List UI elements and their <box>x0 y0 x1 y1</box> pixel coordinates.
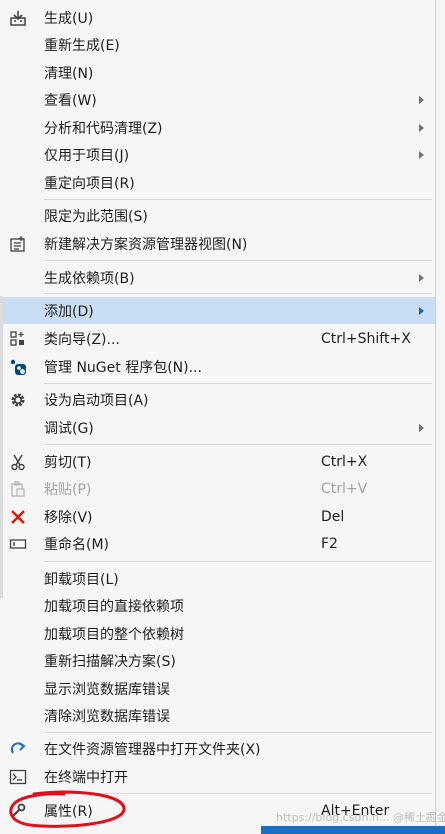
menu-item-cut[interactable]: 剪切(T) Ctrl+X <box>0 448 435 475</box>
menu-item-label: 粘贴(P) <box>44 481 92 498</box>
scissors-icon <box>8 452 28 472</box>
menu-item-label: 加载项目的整个依赖树 <box>44 626 184 643</box>
menu-item-shortcut: Alt+Enter <box>321 802 390 819</box>
menu-item-new-view[interactable]: 新建解决方案资源管理器视图(N) <box>0 230 435 257</box>
menu-item-shortcut: F2 <box>321 535 338 552</box>
menu-item-retarget[interactable]: 重定向项目(R) <box>0 169 435 196</box>
menu-item-label: 加载项目的直接依赖项 <box>44 598 184 615</box>
menu-item-build-deps[interactable]: 生成依赖项(B) <box>0 264 435 291</box>
status-bar <box>261 826 445 834</box>
menu-item-label: 清理(N) <box>44 65 94 82</box>
chevron-right-icon <box>419 423 424 432</box>
menu-item-label: 查看(W) <box>44 92 97 109</box>
menu-item-label: 添加(D) <box>44 303 94 320</box>
menu-item-load-direct-deps[interactable]: 加载项目的直接依赖项 <box>0 592 435 619</box>
menu-item-clear-db-errors[interactable]: 清除浏览数据库错误 <box>0 702 435 729</box>
chevron-right-icon <box>419 95 424 104</box>
gear-icon <box>8 390 28 410</box>
menu-item-nuget[interactable]: 管理 NuGet 程序包(N)... <box>0 353 435 380</box>
terminal-icon <box>8 767 28 787</box>
menu-item-label: 调试(G) <box>44 420 94 437</box>
menu-item-label: 限定为此范围(S) <box>44 208 148 225</box>
menu-item-project-only[interactable]: 仅用于项目(J) <box>0 141 435 168</box>
menu-separator <box>44 732 432 733</box>
chevron-right-icon <box>419 306 424 315</box>
menu-item-label: 分析和代码清理(Z) <box>44 120 163 137</box>
menu-item-analyze[interactable]: 分析和代码清理(Z) <box>0 114 435 141</box>
menu-item-open-terminal[interactable]: 在终端中打开 <box>0 763 435 790</box>
menu-item-label: 显示浏览数据库错误 <box>44 681 170 698</box>
chevron-right-icon <box>419 150 424 159</box>
menu-item-remove[interactable]: 移除(V) Del <box>0 503 435 530</box>
menu-item-debug[interactable]: 调试(G) <box>0 414 435 441</box>
wrench-icon <box>8 801 28 821</box>
chevron-right-icon <box>419 273 424 282</box>
menu-item-rename[interactable]: 重命名(M) F2 <box>0 530 435 557</box>
menu-item-label: 类向导(Z)... <box>44 331 120 348</box>
menu-item-paste: 粘贴(P) Ctrl+V <box>0 475 435 502</box>
context-menu: 生成(U) 重新生成(E) 清理(N) 查看(W) 分析和代码清理(Z) 仅用于… <box>0 0 436 834</box>
menu-item-label: 新建解决方案资源管理器视图(N) <box>44 236 248 253</box>
new-view-icon <box>8 234 28 254</box>
menu-item-properties[interactable]: 属性(R) Alt+Enter <box>0 797 435 824</box>
menu-separator <box>44 561 432 562</box>
menu-item-rescan[interactable]: 重新扫描解决方案(S) <box>0 647 435 674</box>
menu-item-view[interactable]: 查看(W) <box>0 86 435 113</box>
menu-item-shortcut: Ctrl+X <box>321 453 368 470</box>
remove-icon <box>8 507 28 527</box>
menu-item-label: 重命名(M) <box>44 536 110 553</box>
menu-separator <box>44 444 432 445</box>
menu-item-shortcut: Del <box>321 508 345 525</box>
menu-item-label: 属性(R) <box>44 803 93 820</box>
menu-item-label: 剪切(T) <box>44 454 92 471</box>
menu-item-label: 重新生成(E) <box>44 37 120 54</box>
menu-item-build[interactable]: 生成(U) <box>0 4 435 31</box>
menu-separator <box>44 260 432 261</box>
background-panel-edge <box>0 296 3 598</box>
menu-item-label: 仅用于项目(J) <box>44 147 130 164</box>
menu-separator <box>44 793 432 794</box>
menu-item-unload[interactable]: 卸载项目(L) <box>0 565 435 592</box>
menu-item-class-wizard[interactable]: 类向导(Z)... Ctrl+Shift+X <box>0 325 435 352</box>
menu-item-shortcut: Ctrl+V <box>321 480 368 497</box>
menu-item-shortcut: Ctrl+Shift+X <box>321 330 411 347</box>
menu-item-show-db-errors[interactable]: 显示浏览数据库错误 <box>0 675 435 702</box>
menu-item-label: 设为启动项目(A) <box>44 392 149 409</box>
menu-item-label: 生成依赖项(B) <box>44 270 135 287</box>
menu-separator <box>44 293 432 294</box>
menu-separator <box>44 199 432 200</box>
chevron-right-icon <box>419 123 424 132</box>
menu-item-load-dep-tree[interactable]: 加载项目的整个依赖树 <box>0 620 435 647</box>
menu-item-add[interactable]: 添加(D) <box>0 297 435 324</box>
menu-item-clean[interactable]: 清理(N) <box>0 59 435 86</box>
menu-item-label: 管理 NuGet 程序包(N)... <box>44 359 202 376</box>
menu-item-open-folder[interactable]: 在文件资源管理器中打开文件夹(X) <box>0 735 435 762</box>
menu-item-set-startup[interactable]: 设为启动项目(A) <box>0 386 435 413</box>
menu-item-label: 重定向项目(R) <box>44 175 135 192</box>
menu-item-label: 移除(V) <box>44 509 93 526</box>
paste-icon <box>8 479 28 499</box>
menu-item-rebuild[interactable]: 重新生成(E) <box>0 31 435 58</box>
menu-item-label: 生成(U) <box>44 10 94 27</box>
menu-item-label: 在终端中打开 <box>44 769 128 786</box>
menu-item-label: 重新扫描解决方案(S) <box>44 653 176 670</box>
menu-item-label: 卸载项目(L) <box>44 571 119 588</box>
menu-item-label: 在文件资源管理器中打开文件夹(X) <box>44 741 261 758</box>
build-icon <box>8 8 28 28</box>
nuget-icon <box>8 357 28 377</box>
open-folder-icon <box>8 739 28 759</box>
rename-icon <box>8 534 28 554</box>
menu-item-scope[interactable]: 限定为此范围(S) <box>0 202 435 229</box>
menu-separator <box>44 383 432 384</box>
class-wizard-icon <box>8 329 28 349</box>
menu-item-label: 清除浏览数据库错误 <box>44 708 170 725</box>
